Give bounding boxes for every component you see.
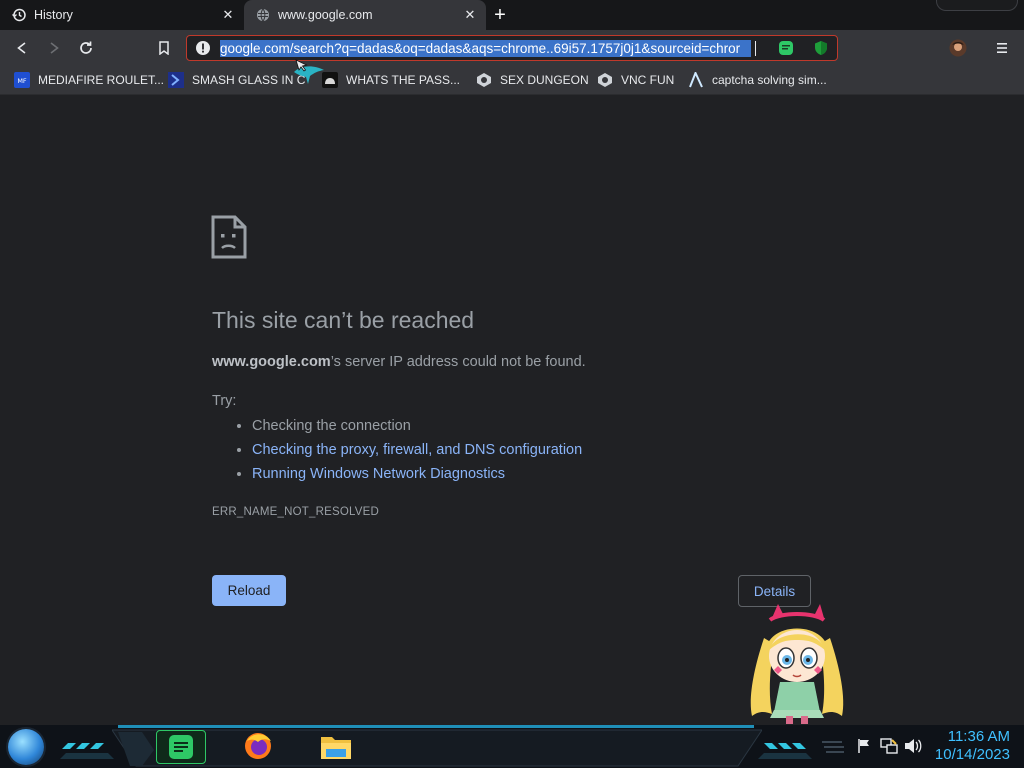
taskbar-app-file-explorer[interactable] [318,731,354,763]
bookmark-whats-the-pass[interactable]: WHATS THE PASS... [322,72,460,88]
taskbar-app-firefox[interactable] [240,730,276,762]
info-icon[interactable] [195,40,211,56]
reload-icon [80,41,92,54]
bookmark-label: SEX DUNGEON [500,73,589,87]
close-tab-icon[interactable]: ✕ [220,7,236,23]
volume-icon[interactable] [904,738,922,754]
url-text[interactable]: google.com/search?q=dadas&oq=dadas&aqs=c… [220,40,751,57]
bookmark-label: VNC FUN [621,73,675,87]
history-icon [12,8,26,22]
forward-button[interactable] [42,36,66,60]
tab-title: www.google.com [278,8,373,22]
robot-icon [322,72,338,88]
error-title: This site can’t be reached [212,307,475,333]
new-tab-button[interactable]: + [488,4,512,26]
flag-icon[interactable] [856,738,872,754]
globe-icon [256,8,270,22]
taskbar: 11:36 AM 10/14/2023 [0,725,1024,768]
profile-avatar[interactable] [946,36,970,60]
bookmark-smash-glass[interactable]: SMASH GLASS IN C [168,72,305,88]
address-bar[interactable]: google.com/search?q=dadas&oq=dadas&aqs=c… [186,35,838,61]
start-orb-button[interactable] [8,729,44,765]
bookmark-label: captcha solving sim... [712,73,827,87]
error-message-text: ’s server IP address could not be found. [330,354,586,370]
tab-strip: History ✕ www.google.com ✕ + [0,0,1024,30]
chat-extension-icon[interactable] [778,40,794,56]
clock-time: 11:36 AM [947,728,1010,745]
text-caret [755,41,756,56]
svg-text:MF: MF [17,77,27,85]
suggestion-check-proxy-link[interactable]: Checking the proxy, firewall, and DNS co… [252,438,582,462]
error-code: ERR_NAME_NOT_RESOLVED [212,506,379,518]
error-message: www.google.com’s server IP address could… [212,354,586,370]
window-frame-corner [936,0,1018,11]
decorative-chevrons-icon [758,743,812,759]
bookmark-captcha[interactable]: captcha solving sim... [688,72,827,88]
forward-arrow-icon [50,42,59,54]
menu-button[interactable] [990,36,1014,60]
bookmark-label: WHATS THE PASS... [346,73,461,87]
bookmark-sex-dungeon[interactable]: SEX DUNGEON [476,72,589,88]
notes-app-icon [169,735,193,759]
lambda-icon [688,72,704,88]
mouse-cursor-shark-icon [294,59,324,84]
avatar-icon [949,39,967,57]
tab-history[interactable]: History ✕ [0,0,244,30]
bookmark-label: MEDIAFIRE ROULET... [38,73,165,87]
sad-page-icon [211,215,247,259]
close-tab-icon[interactable]: ✕ [462,7,478,23]
network-icon[interactable] [880,737,898,755]
bookmark-label: SMASH GLASS IN C [192,73,306,87]
bookmark-vnc-fun[interactable]: VNC FUN [597,72,674,88]
clock-date: 10/14/2023 [934,746,1010,763]
error-page: This site can’t be reached www.google.co… [0,95,1024,725]
toolbar: google.com/search?q=dadas&oq=dadas&aqs=c… [0,30,1024,66]
mediafire-icon: MF [14,72,30,88]
back-arrow-icon [17,42,26,54]
shield-extension-icon[interactable] [813,40,829,56]
bookmark-icon [159,41,169,55]
taskbar-frame-decoration [112,729,762,767]
suggestion-network-diagnostics-link[interactable]: Running Windows Network Diagnostics [252,462,582,486]
penguin-icon [476,72,492,88]
chevron-bookmark-icon [168,72,184,88]
bookmark-star-button[interactable] [152,36,176,60]
bookmark-mediafire[interactable]: MF MEDIAFIRE ROULET... [14,72,164,88]
reload-button[interactable] [74,36,98,60]
system-clock[interactable]: 11:36 AM 10/14/2023 [935,728,1010,764]
penguin-icon [597,72,613,88]
tab-google[interactable]: www.google.com ✕ [244,0,486,30]
decorative-chevrons-icon [60,743,114,759]
taskbar-app-notes[interactable] [156,730,206,764]
suggestion-check-connection: Checking the connection [252,414,582,438]
bookmarks-bar: MF MEDIAFIRE ROULET... SMASH GLASS IN C … [0,59,1024,95]
tab-title: History [34,8,73,22]
folder-icon [321,737,351,759]
firefox-icon [245,733,271,759]
back-button[interactable] [10,36,34,60]
cartoon-mascot-image [750,604,844,724]
stripes-decoration-icon [822,741,844,753]
error-domain: www.google.com [212,354,331,370]
reload-page-button[interactable]: Reload [212,575,286,606]
try-label: Try: [212,393,237,409]
suggestions-list: Checking the connection Checking the pro… [232,414,582,486]
hamburger-menu-icon [997,43,1007,53]
